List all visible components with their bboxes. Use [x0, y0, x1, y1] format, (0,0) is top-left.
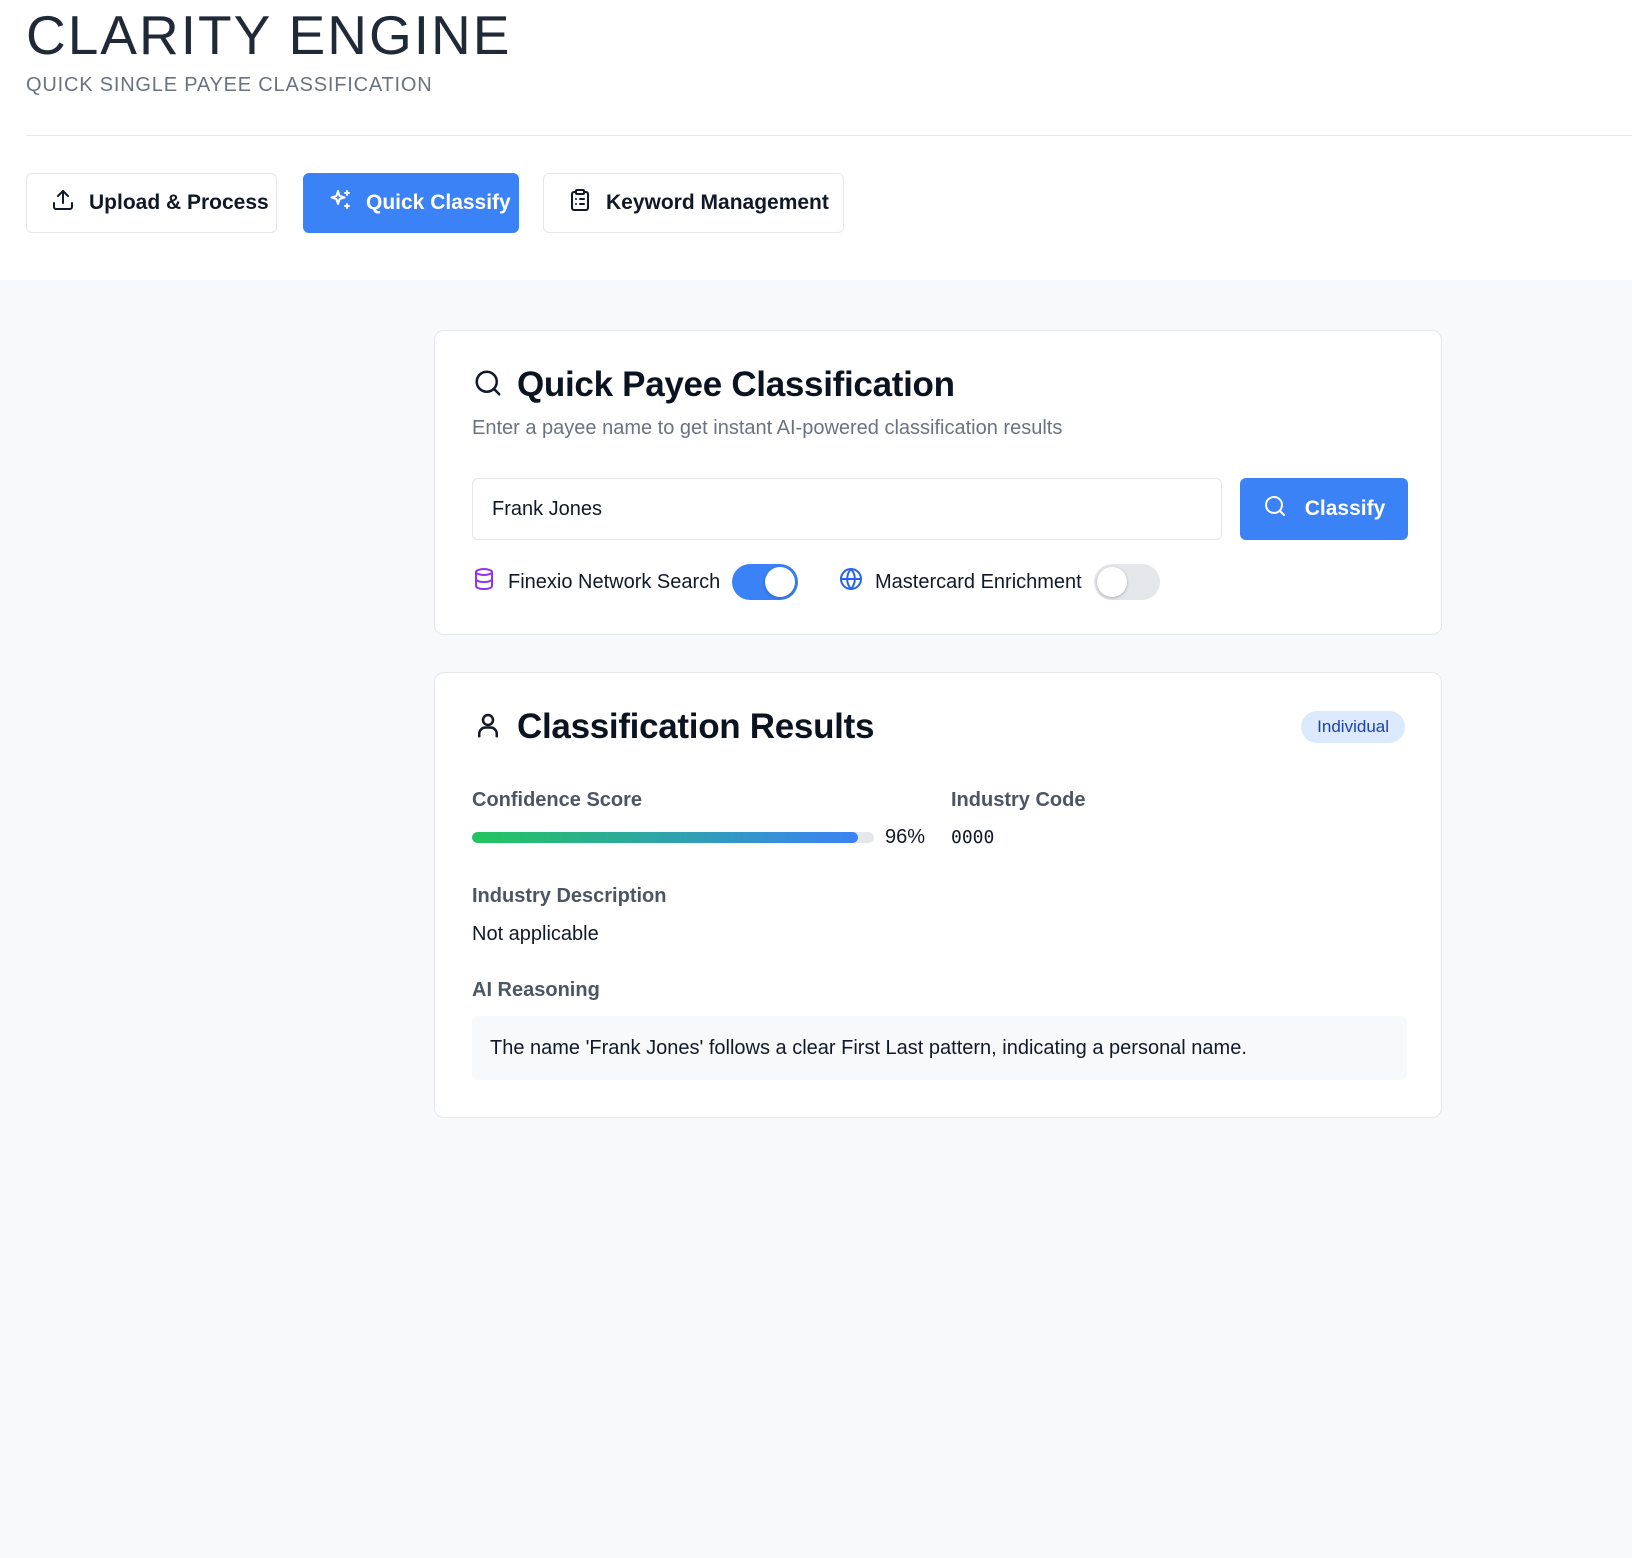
- payee-name-input[interactable]: [472, 478, 1222, 540]
- search-icon: [473, 368, 503, 403]
- clipboard-list-icon: [568, 188, 592, 218]
- upload-process-label: Upload & Process: [89, 191, 269, 214]
- finexio-network-toggle[interactable]: [732, 564, 799, 600]
- globe-icon: [839, 567, 863, 597]
- app-subtitle: QUICK SINGLE PAYEE CLASSIFICATION: [26, 74, 433, 96]
- confidence-progress-bar: [472, 832, 874, 843]
- industry-code-value: 0000: [951, 827, 995, 848]
- upload-icon: [51, 188, 75, 218]
- industry-code-label: Industry Code: [951, 789, 1086, 811]
- database-icon: [472, 567, 496, 597]
- search-icon: [1263, 494, 1287, 524]
- quick-classify-label: Quick Classify: [366, 191, 511, 214]
- industry-description-label: Industry Description: [472, 885, 667, 907]
- finexio-network-label: Finexio Network Search: [508, 570, 721, 593]
- mastercard-enrichment-option: Mastercard Enrichment: [839, 564, 1160, 600]
- upload-process-button[interactable]: Upload & Process: [26, 173, 277, 233]
- keyword-management-button[interactable]: Keyword Management: [543, 173, 844, 233]
- header-divider: [26, 135, 1632, 136]
- user-icon: [473, 710, 503, 745]
- ai-reasoning-label: AI Reasoning: [472, 979, 600, 1001]
- app-title: CLARITY ENGINE: [26, 4, 512, 66]
- confidence-progress-fill: [472, 832, 858, 843]
- finexio-network-option: Finexio Network Search: [472, 564, 799, 600]
- classification-type-badge: Individual: [1301, 711, 1405, 743]
- ai-reasoning-box: The name 'Frank Jones' follows a clear F…: [472, 1016, 1407, 1080]
- card-description: Enter a payee name to get instant AI-pow…: [472, 417, 1063, 439]
- quick-classification-header: Quick Payee Classification: [473, 365, 955, 405]
- confidence-percent: 96%: [885, 826, 926, 848]
- results-header: Classification Results: [473, 707, 874, 747]
- keyword-management-label: Keyword Management: [606, 191, 829, 214]
- results-title: Classification Results: [517, 707, 875, 746]
- toggle-knob: [765, 567, 796, 597]
- industry-description-value: Not applicable: [472, 923, 599, 945]
- card-title: Quick Payee Classification: [517, 365, 955, 404]
- classify-label: Classify: [1304, 497, 1386, 520]
- classify-button[interactable]: Classify: [1240, 478, 1408, 540]
- ai-reasoning-text: The name 'Frank Jones' follows a clear F…: [490, 1036, 1247, 1059]
- quick-classification-card: Quick Payee Classification Enter a payee…: [434, 330, 1442, 635]
- sparkles-icon: [328, 188, 352, 218]
- quick-classify-button[interactable]: Quick Classify: [303, 173, 519, 233]
- toggle-knob: [1096, 567, 1127, 597]
- page-header: CLARITY ENGINE QUICK SINGLE PAYEE CLASSI…: [0, 0, 1632, 280]
- classification-results-card: Classification Results Individual Confid…: [434, 672, 1442, 1118]
- mastercard-enrichment-toggle[interactable]: [1093, 564, 1160, 600]
- confidence-score-label: Confidence Score: [472, 789, 643, 811]
- mastercard-enrichment-label: Mastercard Enrichment: [875, 570, 1082, 593]
